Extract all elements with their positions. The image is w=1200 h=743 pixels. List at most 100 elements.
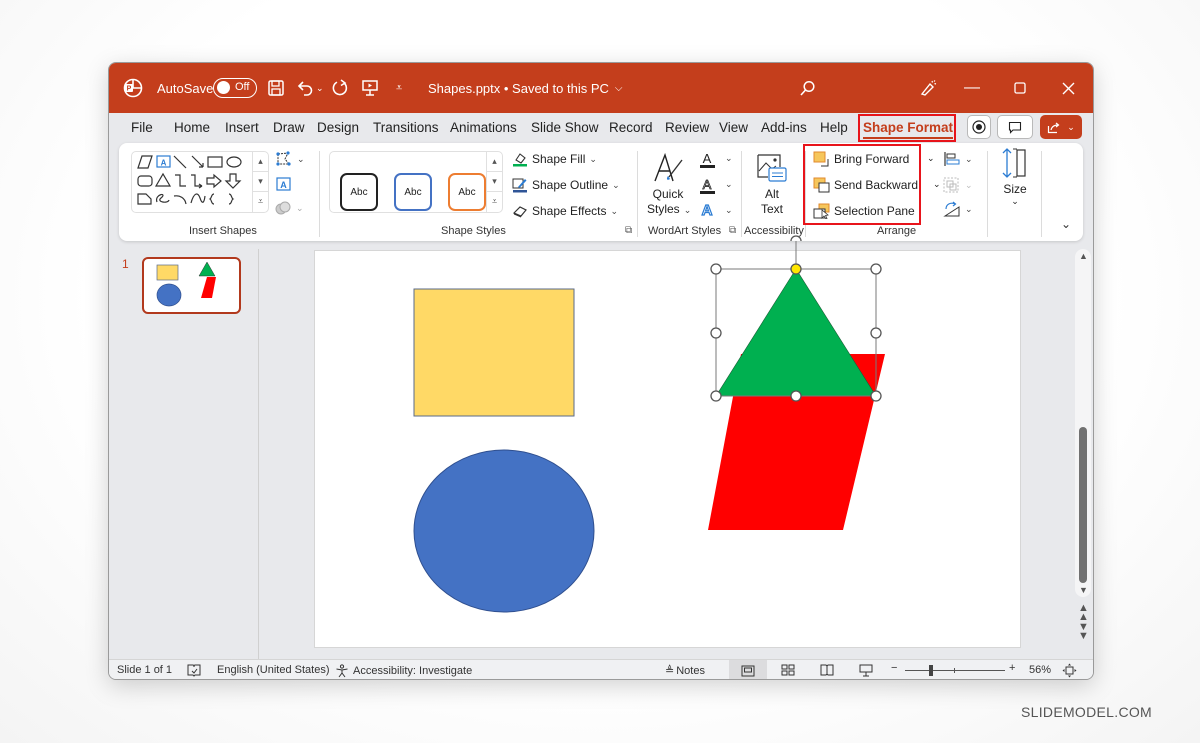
merge-shapes-button[interactable]: ⌄ xyxy=(275,200,305,221)
gallery-scroll-down[interactable]: ▾ xyxy=(487,172,502,192)
resize-handle[interactable] xyxy=(870,327,882,339)
record-button[interactable] xyxy=(967,115,991,139)
shapes-gallery[interactable]: A ▴ ▾ ⩡ xyxy=(131,151,269,213)
close-button[interactable] xyxy=(1045,63,1091,113)
gallery-expand[interactable]: ⩡ xyxy=(253,192,268,212)
size-button[interactable]: Size ⌄ xyxy=(995,147,1035,207)
shape-styles-dialog-launcher[interactable]: ⧉ xyxy=(625,225,632,236)
shape-style-preset[interactable]: Abc xyxy=(448,173,486,211)
gallery-scroll-down[interactable]: ▾ xyxy=(253,172,268,192)
triangle-shape[interactable] xyxy=(715,268,877,397)
tab-add-ins[interactable]: Add-ins xyxy=(761,120,807,135)
wordart-dialog-launcher[interactable]: ⧉ xyxy=(729,225,736,236)
svg-text:⌄: ⌄ xyxy=(725,153,731,163)
present-from-beginning-icon[interactable] xyxy=(361,63,379,113)
resize-handle[interactable] xyxy=(870,390,882,402)
slide-show-button[interactable] xyxy=(859,664,873,677)
gallery-expand[interactable]: ⩡ xyxy=(487,192,502,212)
autosave-toggle[interactable]: Off xyxy=(213,63,257,113)
fit-to-window-button[interactable] xyxy=(1062,663,1077,678)
tab-design[interactable]: Design xyxy=(317,120,359,135)
shape-outline-button[interactable]: Shape Outline ⌄ xyxy=(511,177,620,193)
document-title[interactable]: Shapes.pptx • Saved to this PC ⌵ xyxy=(428,63,622,113)
gallery-scroll-up[interactable]: ▴ xyxy=(253,152,268,172)
slide-canvas[interactable] xyxy=(314,235,1021,648)
scroll-down-arrow[interactable]: ▼ xyxy=(1079,585,1088,595)
tab-shape-format[interactable]: Shape Format xyxy=(863,120,954,139)
alt-text-button[interactable]: Alt Text xyxy=(749,153,795,217)
tab-record[interactable]: Record xyxy=(609,120,653,135)
gallery-scroll-up[interactable]: ▴ xyxy=(487,152,502,172)
maximize-button[interactable] xyxy=(997,63,1043,113)
bring-forward-dropdown[interactable]: ⌄ xyxy=(927,153,935,164)
tab-home[interactable]: Home xyxy=(174,120,210,135)
zoom-in-button[interactable]: + xyxy=(1009,662,1015,674)
resize-handle[interactable] xyxy=(710,327,722,339)
accessibility-status[interactable]: Accessibility: Investigate xyxy=(335,664,472,678)
redo-icon[interactable] xyxy=(331,63,349,113)
vertical-scrollbar[interactable]: ▲ ▼ ▲ ▲ ▼ ▼ xyxy=(1075,249,1091,659)
quick-styles-button[interactable]: Quick Styles ⌄ xyxy=(647,151,691,218)
tab-slide-show[interactable]: Slide Show xyxy=(531,120,599,135)
scroll-up-arrow[interactable]: ▲ xyxy=(1079,251,1088,261)
selection-pane-button[interactable]: Selection Pane xyxy=(813,203,915,219)
spell-check-icon[interactable] xyxy=(187,664,201,677)
resize-handle[interactable] xyxy=(710,390,722,402)
reading-view-button[interactable] xyxy=(820,664,834,676)
bring-forward-button[interactable]: Bring Forward xyxy=(813,151,909,167)
rectangle-shape[interactable] xyxy=(413,288,575,417)
ellipse-shape[interactable] xyxy=(413,449,595,613)
send-backward-dropdown[interactable]: ⌄ xyxy=(933,179,941,190)
text-fill-button[interactable]: A⌄ xyxy=(699,151,733,174)
language-indicator[interactable]: English (United States) xyxy=(217,664,330,676)
tab-animations[interactable]: Animations xyxy=(450,120,517,135)
zoom-out-button[interactable]: − xyxy=(891,662,897,674)
shape-fill-button[interactable]: Shape Fill ⌄ xyxy=(511,151,597,167)
resize-handle[interactable] xyxy=(870,263,882,275)
tab-transitions[interactable]: Transitions xyxy=(373,120,439,135)
share-button[interactable]: ⌄ xyxy=(1040,115,1082,139)
resize-handle[interactable] xyxy=(790,390,802,402)
tab-review[interactable]: Review xyxy=(665,120,709,135)
next-slide-button[interactable]: ▼ ▼ xyxy=(1078,622,1089,642)
minimize-button[interactable]: — xyxy=(949,63,995,113)
edit-shape-button[interactable]: ⌄ xyxy=(275,151,305,172)
notes-button[interactable]: ≜ Notes xyxy=(665,664,705,678)
slide-sorter-button[interactable] xyxy=(781,664,795,676)
send-backward-button[interactable]: Send Backward xyxy=(813,177,918,193)
preset-label: Abc xyxy=(458,186,476,198)
undo-icon[interactable] xyxy=(296,63,314,113)
comments-button[interactable] xyxy=(997,115,1033,139)
zoom-level[interactable]: 56% xyxy=(1029,664,1051,676)
tab-draw[interactable]: Draw xyxy=(273,120,305,135)
resize-handle[interactable] xyxy=(710,263,722,275)
collapse-ribbon-button[interactable]: ⌄ xyxy=(1061,217,1071,231)
shape-effects-button[interactable]: Shape Effects ⌄ xyxy=(511,203,618,219)
slide-thumbnail[interactable] xyxy=(142,257,241,314)
text-box-button[interactable]: A xyxy=(275,176,293,197)
align-button[interactable]: ⌄ xyxy=(943,151,975,172)
zoom-slider-thumb[interactable] xyxy=(928,665,933,676)
undo-dropdown-icon[interactable]: ⌄ xyxy=(316,63,324,113)
normal-view-icon xyxy=(741,665,755,676)
tab-insert[interactable]: Insert xyxy=(225,120,259,135)
tab-help[interactable]: Help xyxy=(820,120,848,135)
previous-slide-button[interactable]: ▲ ▲ xyxy=(1078,603,1089,623)
customize-qat-icon[interactable]: ⩡ xyxy=(396,63,402,113)
shape-style-preset[interactable]: Abc xyxy=(394,173,432,211)
shape-style-preset[interactable]: Abc xyxy=(340,173,378,211)
normal-view-button[interactable] xyxy=(729,660,767,679)
designer-icon[interactable] xyxy=(919,63,937,113)
group-objects-button[interactable]: ⌄ xyxy=(943,177,975,198)
text-outline-button[interactable]: A⌄ xyxy=(699,177,733,200)
tab-view[interactable]: View xyxy=(719,120,748,135)
shape-styles-gallery[interactable]: Abc Abc Abc ▴ ▾ ⩡ xyxy=(329,151,503,213)
adjustment-handle[interactable] xyxy=(790,263,802,275)
zoom-slider-track[interactable] xyxy=(905,670,1005,671)
rotate-button[interactable]: ⌄ xyxy=(943,201,975,222)
scroll-thumb[interactable] xyxy=(1079,427,1087,583)
save-icon[interactable] xyxy=(267,63,285,113)
text-effects-button[interactable]: A⌄ xyxy=(699,201,733,224)
tab-file[interactable]: File xyxy=(131,120,153,135)
search-icon[interactable] xyxy=(799,63,816,113)
